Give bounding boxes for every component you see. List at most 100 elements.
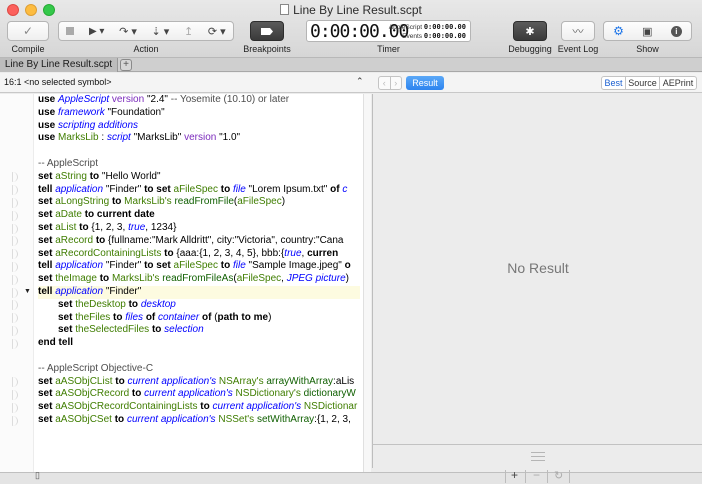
code-area[interactable]: use AppleScript version "2.4" -- Yosemit… <box>38 94 360 427</box>
step-into-icon[interactable]: ⇣ ▾ <box>152 25 170 38</box>
code-line[interactable]: set theFiles to files of container of (p… <box>38 312 360 325</box>
refresh-icon[interactable]: ↻ <box>554 469 563 482</box>
code-token: scripting additions <box>58 119 139 131</box>
code-token: theDesktop <box>75 298 126 310</box>
script-editor[interactable]: ▼ use AppleScript version "2.4" -- Yosem… <box>0 94 363 472</box>
chevron-updown-icon[interactable]: ⌃ <box>356 76 364 87</box>
breakpoint-slot-icon[interactable] <box>12 210 18 221</box>
code-line[interactable]: set aASObjCRecordContainingLists to curr… <box>38 401 360 414</box>
breakpoint-slot-icon[interactable] <box>12 402 18 413</box>
code-line[interactable]: use scripting additions <box>38 120 360 133</box>
code-token: -- AppleScript Objective-C <box>38 362 154 374</box>
format-aeprint[interactable]: AEPrint <box>659 76 697 90</box>
code-line[interactable]: set aASObjCRecord to current application… <box>38 388 360 401</box>
tab-line-by-line-result[interactable]: Line By Line Result.scpt <box>0 58 118 72</box>
result-split-handle[interactable] <box>372 444 702 468</box>
code-line[interactable]: set aASObjCList to current application's… <box>38 376 360 389</box>
code-token: "MarksLib" <box>130 132 185 144</box>
code-line[interactable]: tell application "Finder" to set aFileSp… <box>38 184 360 197</box>
breakpoint-slot-icon[interactable] <box>12 300 18 311</box>
debugging-button[interactable]: ✱ <box>513 21 547 41</box>
code-token: framework <box>58 106 105 118</box>
code-token: "Finder" <box>103 260 145 272</box>
format-source[interactable]: Source <box>625 76 660 90</box>
breakpoint-slot-icon[interactable] <box>12 261 18 272</box>
action-button-group: ▶ ▾ ↷ ▾ ⇣ ▾ ↥ ⟳ ▾ <box>58 21 234 41</box>
breakpoint-slot-icon[interactable] <box>12 313 18 324</box>
code-line[interactable]: set aRecord to {fullname:"Mark Alldritt"… <box>38 235 360 248</box>
code-line[interactable] <box>38 350 360 363</box>
line-gutter[interactable]: ▼ <box>0 94 34 472</box>
step-out-icon[interactable]: ↥ <box>184 25 193 38</box>
add-tab-button[interactable]: + <box>120 59 132 71</box>
code-token: aASObjCRecord <box>55 388 130 400</box>
event-log-button[interactable]: 〰 <box>561 21 595 41</box>
add-icon[interactable]: + <box>511 468 518 482</box>
code-token: :aLis <box>333 375 355 387</box>
step-over-icon[interactable]: ↷ ▾ <box>119 25 137 38</box>
code-line[interactable]: tell application "Finder" to set aFileSp… <box>38 260 360 273</box>
info-icon[interactable]: i <box>670 25 682 37</box>
code-line[interactable]: set theDesktop to desktop <box>38 299 360 312</box>
editor-vertical-scrollbar[interactable] <box>363 94 371 472</box>
code-token: tell <box>38 260 56 272</box>
code-line[interactable]: set aList to {1, 2, 3, true, 1234} <box>38 222 360 235</box>
code-line[interactable]: set theSelectedFiles to selection <box>38 324 360 337</box>
code-token: to <box>129 388 145 400</box>
briefcase-icon[interactable]: ▣ <box>642 25 652 38</box>
breakpoint-slot-icon[interactable] <box>12 249 18 260</box>
back-arrow-icon[interactable]: ‹ <box>379 77 391 89</box>
result-tab[interactable]: Result <box>406 76 444 90</box>
editor-horizontal-scrollbar[interactable] <box>38 474 362 483</box>
breakpoint-slot-icon[interactable] <box>12 325 18 336</box>
breakpoint-slot-icon[interactable] <box>12 274 18 285</box>
code-line[interactable]: set aDate to current date <box>38 209 360 222</box>
waveform-icon: 〰 <box>572 26 584 38</box>
code-line[interactable]: use MarksLib : script "MarksLib" version… <box>38 132 360 145</box>
code-token: set <box>38 196 56 208</box>
code-line[interactable]: set aLongString to MarksLib's readFromFi… <box>38 196 360 209</box>
code-line[interactable]: tell application "Finder" <box>38 285 360 299</box>
code-token: current date <box>96 209 155 221</box>
play-icon[interactable]: ▶ ▾ <box>89 26 105 37</box>
timer-events: Events 0:00:00.00 <box>402 32 466 40</box>
code-token: aASObjCList <box>55 375 113 387</box>
breakpoint-slot-icon[interactable] <box>12 377 18 388</box>
breakpoint-slot-icon[interactable] <box>12 223 18 234</box>
gear-icon[interactable]: ⚙ <box>613 24 624 38</box>
stop-icon[interactable] <box>66 27 75 35</box>
document-icon <box>280 4 290 15</box>
code-line[interactable]: -- AppleScript <box>38 158 360 171</box>
compile-button[interactable]: ✓ <box>7 21 49 41</box>
symbol-popup[interactable]: <no selected symbol> <box>24 77 112 87</box>
resume-icon[interactable]: ⟳ ▾ <box>208 25 226 38</box>
divider <box>525 470 526 483</box>
code-line[interactable]: set aASObjCSet to current application's … <box>38 414 360 427</box>
code-line[interactable]: set aRecordContainingLists to {aaa:{1, 2… <box>38 248 360 261</box>
breakpoint-slot-icon[interactable] <box>12 197 18 208</box>
breakpoint-slot-icon[interactable] <box>12 185 18 196</box>
code-line[interactable] <box>38 145 360 158</box>
breakpoint-slot-icon[interactable] <box>12 172 18 183</box>
code-token: -- AppleScript <box>38 157 99 169</box>
breakpoints-button[interactable] <box>250 21 284 41</box>
breakpoint-slot-icon[interactable] <box>12 338 18 349</box>
code-line[interactable]: use AppleScript version "2.4" -- Yosemit… <box>38 94 360 107</box>
code-token: set <box>38 388 56 400</box>
format-best[interactable]: Best <box>601 76 626 90</box>
code-line[interactable]: set aString to "Hello World" <box>38 171 360 184</box>
code-line[interactable]: set theImage to MarksLib's readFromFileA… <box>38 273 360 286</box>
code-token: "Lorem Ipsum.txt" <box>245 183 331 195</box>
code-token: {1, 2, 3, <box>91 221 129 233</box>
code-line[interactable]: end tell <box>38 337 360 350</box>
remove-icon[interactable]: − <box>533 468 540 482</box>
breakpoint-slot-icon[interactable] <box>12 389 18 400</box>
fold-triangle-icon[interactable]: ▼ <box>24 288 31 295</box>
breakpoint-slot-icon[interactable] <box>12 287 18 298</box>
code-line[interactable]: -- AppleScript Objective-C <box>38 363 360 376</box>
forward-arrow-icon[interactable]: › <box>391 77 402 89</box>
code-line[interactable]: use framework "Foundation" <box>38 107 360 120</box>
breakpoint-slot-icon[interactable] <box>12 236 18 247</box>
breakpoint-slot-icon[interactable] <box>12 415 18 426</box>
code-token: aRecord <box>55 234 94 246</box>
